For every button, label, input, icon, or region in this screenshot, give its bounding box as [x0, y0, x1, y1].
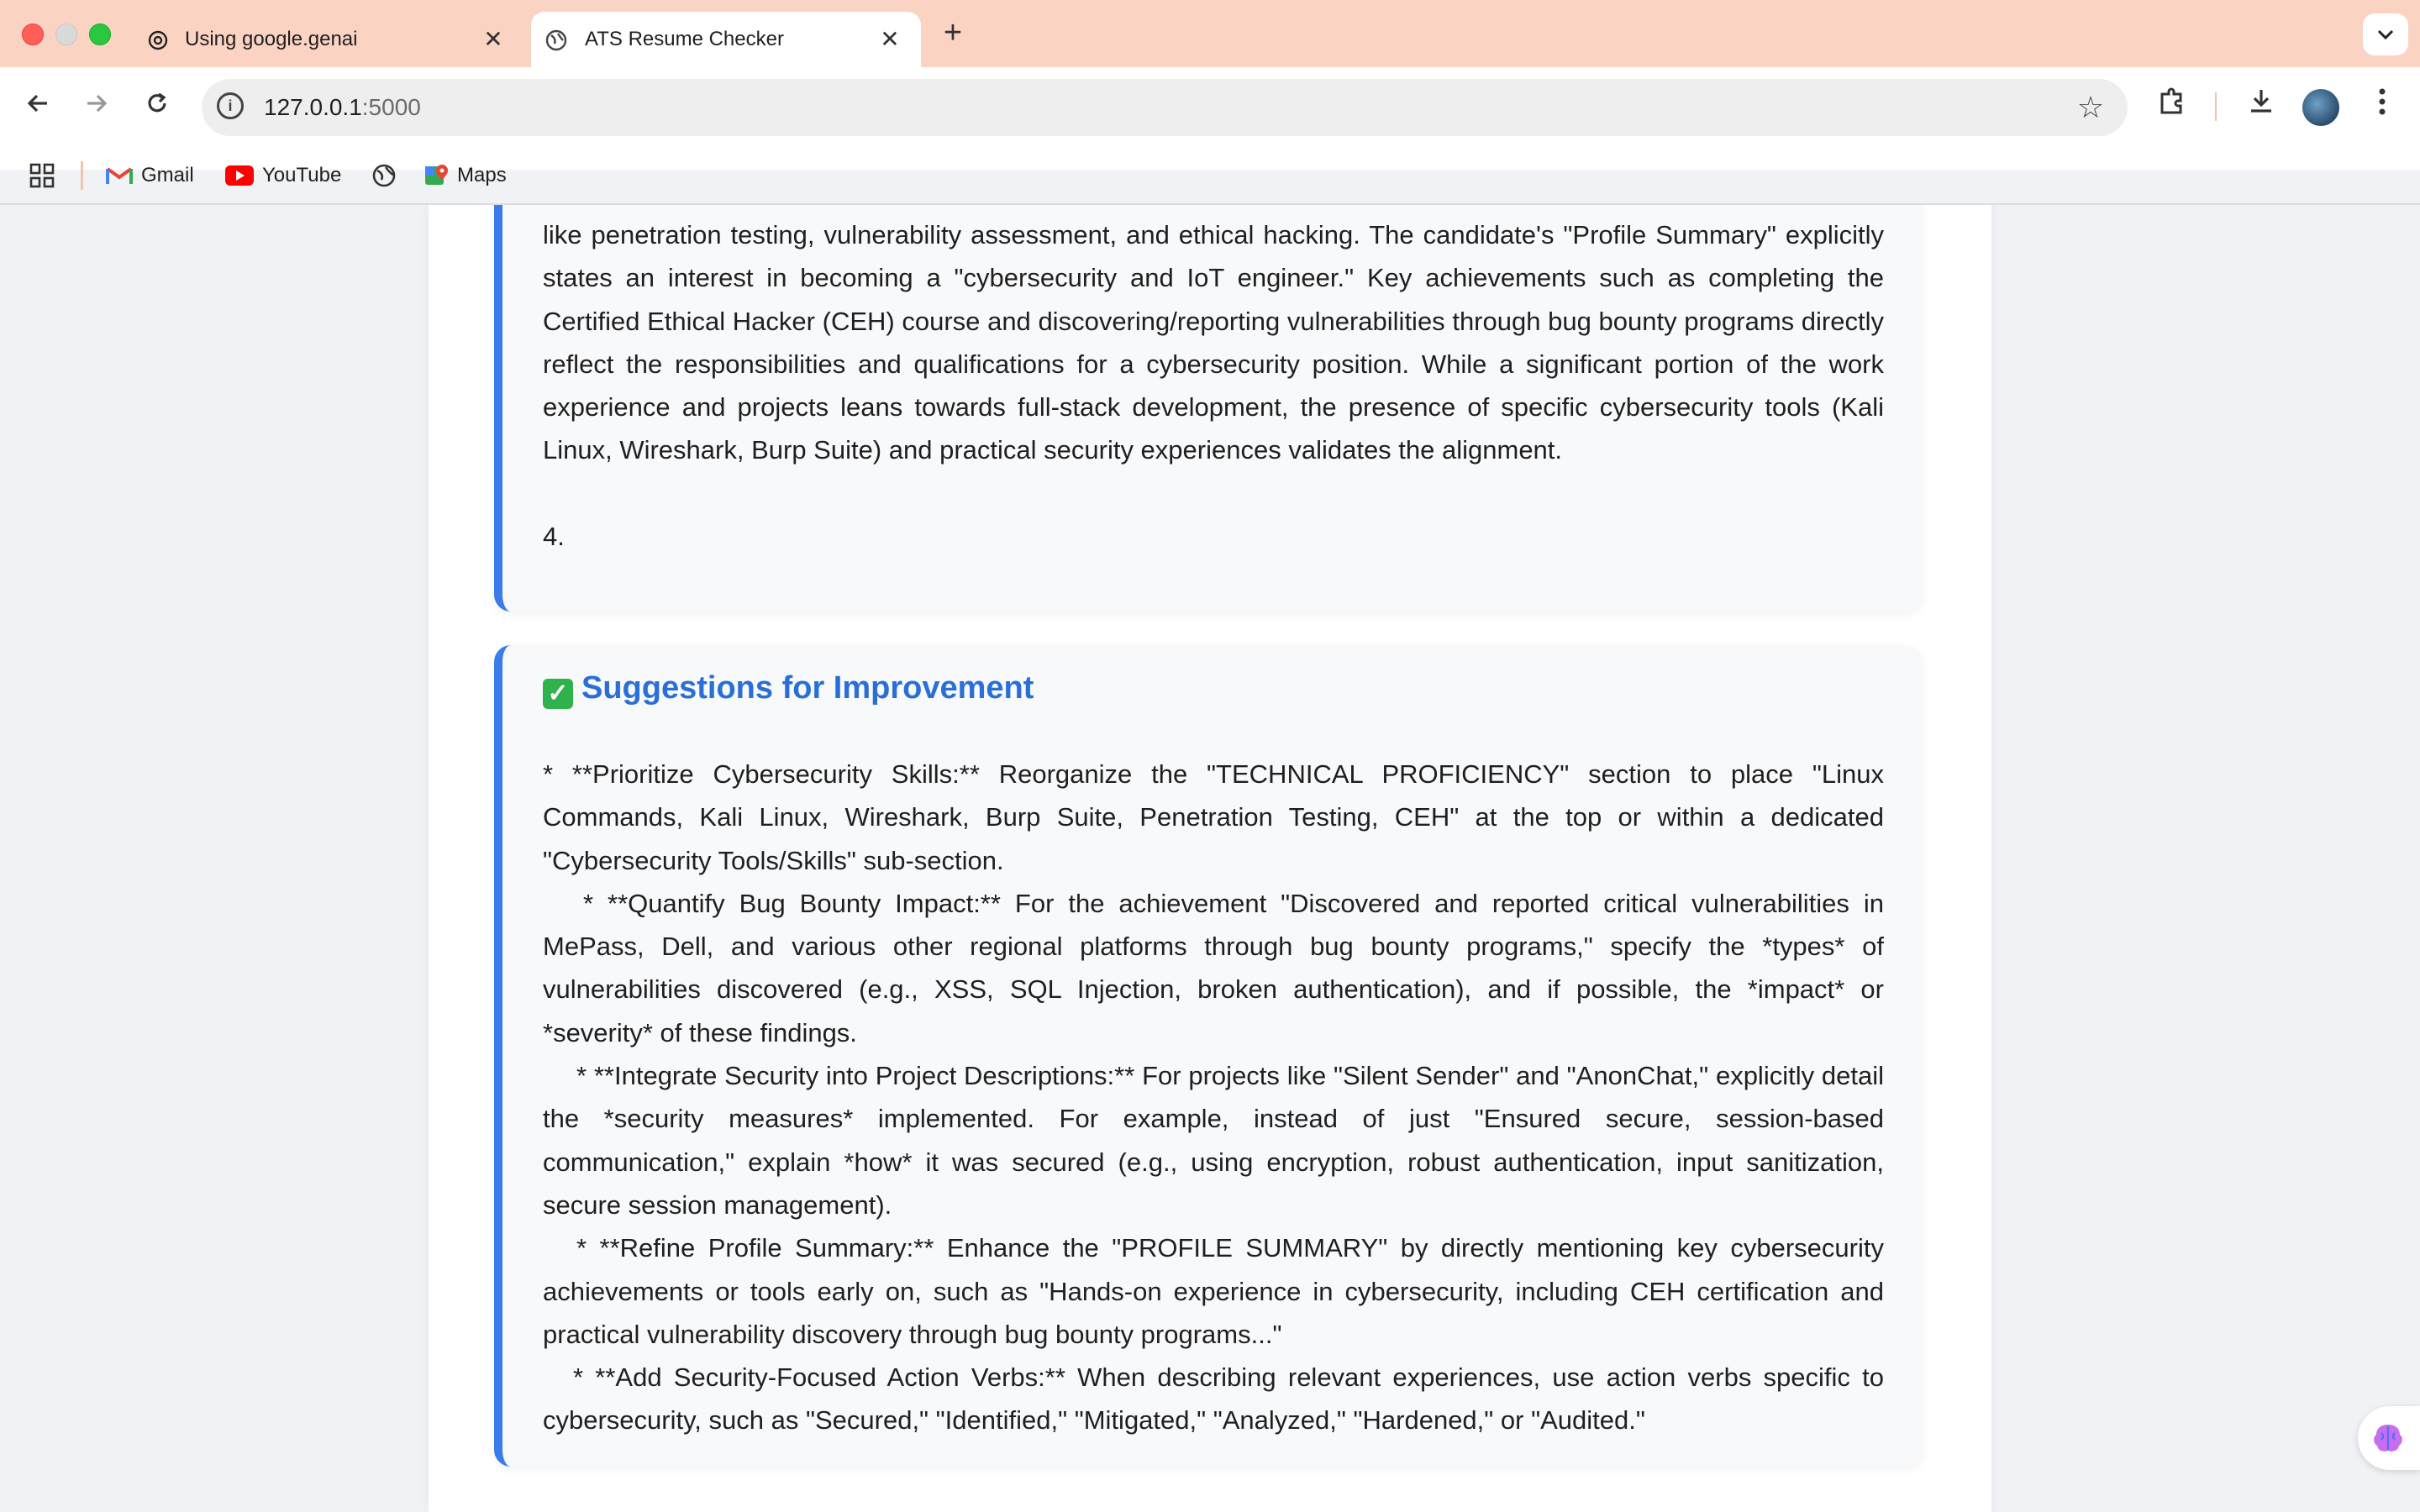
tab-ats-resume-checker[interactable]: ATS Resume Checker ✕ [531, 12, 921, 67]
kebab-menu-icon [2379, 88, 2386, 115]
maximize-window-button[interactable] [89, 24, 111, 45]
alignment-section: like penetration testing, vulnerability … [494, 205, 1923, 612]
suggestion-item: * **Quantify Bug Bounty Impact:** For th… [543, 888, 1884, 1047]
close-tab-icon[interactable]: ✕ [876, 25, 904, 54]
maps-icon [425, 165, 448, 185]
bookmark-maps[interactable]: Maps [424, 148, 507, 203]
apps-button[interactable] [29, 148, 55, 203]
bookmark-label: Gmail [141, 164, 194, 186]
downloads-button[interactable] [2240, 86, 2282, 128]
brain-icon [2374, 1425, 2402, 1452]
results-container: like penetration testing, vulnerability … [429, 205, 1991, 1512]
check-mark-icon: ✓ [543, 679, 573, 709]
suggestion-item: * **Integrate Security into Project Desc… [543, 1061, 1884, 1220]
back-button[interactable] [17, 86, 59, 128]
assistant-floating-button[interactable] [2358, 1406, 2420, 1470]
bookmarks-divider [81, 161, 83, 190]
bookmark-youtube[interactable]: YouTube [225, 148, 341, 203]
reload-icon [148, 92, 166, 113]
reload-button[interactable] [136, 86, 178, 128]
extensions-button[interactable] [2151, 86, 2193, 128]
menu-button[interactable] [2361, 86, 2403, 128]
bookmarks-bar: Gmail YouTube Maps [0, 148, 2420, 203]
tab-using-google-genai[interactable]: Using google.genai ✕ [143, 12, 513, 67]
alignment-paragraph: like penetration testing, vulnerability … [543, 220, 1884, 465]
alignment-body: like penetration testing, vulnerability … [543, 213, 1884, 558]
openai-icon [148, 30, 168, 50]
tab-strip: Using google.genai ✕ ATS Resume Checker … [0, 0, 2420, 67]
list-number: 4. [543, 521, 565, 551]
forward-button[interactable] [76, 86, 118, 128]
bookmark-gmail[interactable]: Gmail [106, 148, 194, 203]
close-window-button[interactable] [22, 24, 44, 45]
tab-title: ATS Resume Checker [585, 28, 784, 50]
tab-title: Using google.genai [185, 28, 358, 50]
suggestions-heading: ✓ Suggestions for Improvement [543, 670, 1034, 709]
site-info-icon[interactable]: i [217, 92, 244, 119]
youtube-icon [225, 165, 254, 186]
bookmark-label: YouTube [262, 164, 342, 186]
download-icon [2251, 90, 2271, 113]
forward-arrow-icon [87, 94, 108, 113]
back-arrow-icon [27, 94, 47, 113]
apps-grid-icon [29, 163, 55, 188]
bookmark-globe[interactable] [371, 148, 397, 203]
chevron-down-icon [2377, 29, 2394, 40]
minimize-window-button[interactable] [55, 24, 77, 45]
suggestions-body: * **Prioritize Cybersecurity Skills:** R… [543, 753, 1884, 1442]
suggestion-item: * **Add Security-Focused Action Verbs:**… [543, 1362, 1884, 1436]
gmail-icon [106, 167, 133, 184]
address-bar[interactable]: i 127.0.0.1:5000 ☆ [202, 79, 2128, 136]
new-tab-button[interactable]: + [934, 15, 971, 52]
profile-avatar[interactable] [2302, 89, 2339, 126]
suggestion-item: * **Prioritize Cybersecurity Skills:** R… [543, 759, 1884, 875]
puzzle-icon [2160, 87, 2182, 114]
suggestions-title: Suggestions for Improvement [581, 670, 1034, 706]
url-text[interactable]: 127.0.0.1:5000 [264, 79, 421, 136]
tab-search-button[interactable] [2363, 13, 2408, 55]
close-tab-icon[interactable]: ✕ [479, 25, 508, 54]
globe-icon [372, 164, 396, 187]
page-viewport[interactable]: like penetration testing, vulnerability … [0, 205, 2420, 1512]
bookmark-star-icon[interactable]: ☆ [2072, 89, 2109, 126]
suggestions-section: ✓ Suggestions for Improvement * **Priorit… [494, 645, 1923, 1467]
toolbar-divider [2215, 92, 2217, 121]
globe-icon [545, 29, 567, 51]
bookmark-label: Maps [457, 164, 507, 186]
suggestion-item: * **Refine Profile Summary:** Enhance th… [543, 1233, 1884, 1349]
